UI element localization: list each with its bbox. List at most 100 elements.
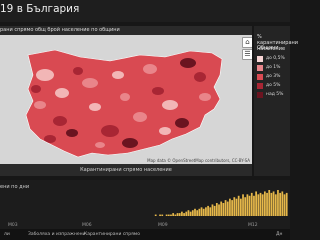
- municipality-darkest: [66, 129, 78, 137]
- chart-bar: [205, 207, 207, 216]
- bottom-panel: ени по дни M03 M06 M09 M12 ли Заболяха и из…: [0, 180, 290, 240]
- legend-swatch: [257, 92, 263, 98]
- tab-3[interactable]: Карантинирани спрямо: [80, 229, 144, 240]
- municipality-dark: [53, 116, 67, 126]
- chart-bar: [263, 191, 266, 216]
- municipality-darkest: [175, 118, 189, 128]
- municipality-lighter: [36, 69, 54, 81]
- x-tick-label: M12: [248, 222, 258, 228]
- chart-bar: [187, 210, 190, 216]
- map-canvas[interactable]: ⌂ ☰ Map data © OpenStreetMap contributor…: [0, 35, 252, 164]
- municipality-lighter: [112, 71, 124, 79]
- municipality-dark: [152, 87, 164, 95]
- legend-label: над 5%: [266, 92, 284, 97]
- chart-bar: [244, 197, 247, 216]
- chart-bar: [235, 198, 238, 216]
- chart-bar: [268, 190, 271, 216]
- municipality-lighter: [89, 103, 101, 111]
- legend-swatch: [257, 65, 263, 71]
- layers-icon[interactable]: ☰: [242, 49, 252, 60]
- chart-bar: [283, 194, 286, 216]
- chart-bar: [174, 214, 177, 216]
- chart-bar: [185, 211, 188, 216]
- timeline-chart-svg: M03 M06 M09 M12: [8, 190, 288, 228]
- legend-item: до 5%: [257, 83, 291, 90]
- x-tick-label: M09: [158, 222, 168, 228]
- chart-bar: [194, 208, 196, 216]
- legend-label: до 5%: [266, 83, 281, 88]
- chart-bar: [281, 191, 284, 216]
- chart-bar: [257, 194, 260, 216]
- chart-bar: [272, 191, 275, 216]
- map-subtitle: рани спрямо общ брой население по общини: [0, 27, 120, 33]
- chart-bar: [248, 195, 251, 216]
- legend-subtitle: Общини: [257, 45, 279, 51]
- chart-bar: [270, 192, 273, 216]
- header: 19 в България: [0, 0, 290, 22]
- legend-item: до 0,5%: [257, 56, 291, 63]
- bulgaria-map[interactable]: [0, 35, 252, 164]
- chart-bar: [207, 205, 209, 216]
- chart-bar: [183, 213, 185, 216]
- chart-bar: [198, 208, 201, 216]
- municipality-light: [82, 78, 98, 88]
- chart-bar: [170, 214, 172, 216]
- municipality-dark: [73, 67, 83, 75]
- map-footer: Карантинирани спрямо население: [80, 167, 172, 173]
- municipality-darkest: [122, 138, 138, 148]
- legend-item: до 3%: [257, 74, 291, 81]
- chart-bar: [259, 192, 262, 216]
- chart-bar: [191, 210, 194, 216]
- chart-bar: [215, 203, 218, 216]
- chart-bar: [277, 190, 279, 216]
- chart-bar: [261, 194, 264, 216]
- municipality-dark: [194, 72, 206, 82]
- chart-bar: [154, 214, 157, 216]
- chart-bar: [246, 194, 249, 216]
- municipality-light: [199, 93, 211, 101]
- map-attribution: Map data © OpenStreetMap contributors, C…: [147, 158, 250, 163]
- chart-bar: [274, 194, 277, 216]
- chart-bar: [196, 210, 199, 216]
- chart-bar: [285, 192, 288, 216]
- tab-4[interactable]: Дн: [272, 229, 286, 240]
- chart-bar: [159, 214, 161, 216]
- chart-bar: [239, 198, 242, 216]
- chart-bar: [176, 213, 179, 216]
- tab-bar: ли Заболяха и изпражнени Карантинирани с…: [0, 229, 290, 240]
- municipality-light: [95, 142, 105, 148]
- legend-label: до 0,5%: [266, 56, 285, 61]
- chart-bar: [167, 214, 170, 216]
- chart-bar: [165, 214, 168, 216]
- legend-item: над 5%: [257, 92, 291, 99]
- chart-bar: [229, 198, 231, 216]
- legend-swatch: [257, 74, 263, 80]
- tab-1[interactable]: ли: [0, 229, 14, 240]
- chart-bar: [211, 204, 214, 216]
- chart-bar: [253, 195, 255, 216]
- legend-panel: % карантинирани население Общини до 0,5%…: [254, 26, 298, 176]
- municipality-lighter: [159, 127, 171, 135]
- municipality-light: [120, 93, 130, 101]
- chart-bar: [161, 214, 164, 216]
- municipality-light: [143, 64, 157, 74]
- municipality-dark: [31, 85, 41, 93]
- chart-bar: [222, 203, 225, 216]
- chart-bar: [218, 204, 220, 216]
- chart-bar: [255, 191, 257, 216]
- chart-bar: [233, 197, 236, 216]
- home-icon[interactable]: ⌂: [242, 37, 252, 48]
- x-tick-label: M03: [8, 222, 18, 228]
- legend-label: до 1%: [266, 65, 281, 70]
- chart-bar: [178, 213, 181, 216]
- chart-bar: [213, 205, 216, 216]
- chart-bar: [220, 201, 223, 216]
- chart-bar: [266, 192, 268, 216]
- chart-bar: [242, 194, 244, 216]
- x-tick-label: M06: [82, 222, 92, 228]
- chart-bar: [200, 207, 203, 216]
- chart-bar: [237, 195, 240, 216]
- page-title: 19 в България: [0, 3, 80, 15]
- chart-bar: [250, 192, 253, 216]
- chart-bar: [172, 213, 175, 216]
